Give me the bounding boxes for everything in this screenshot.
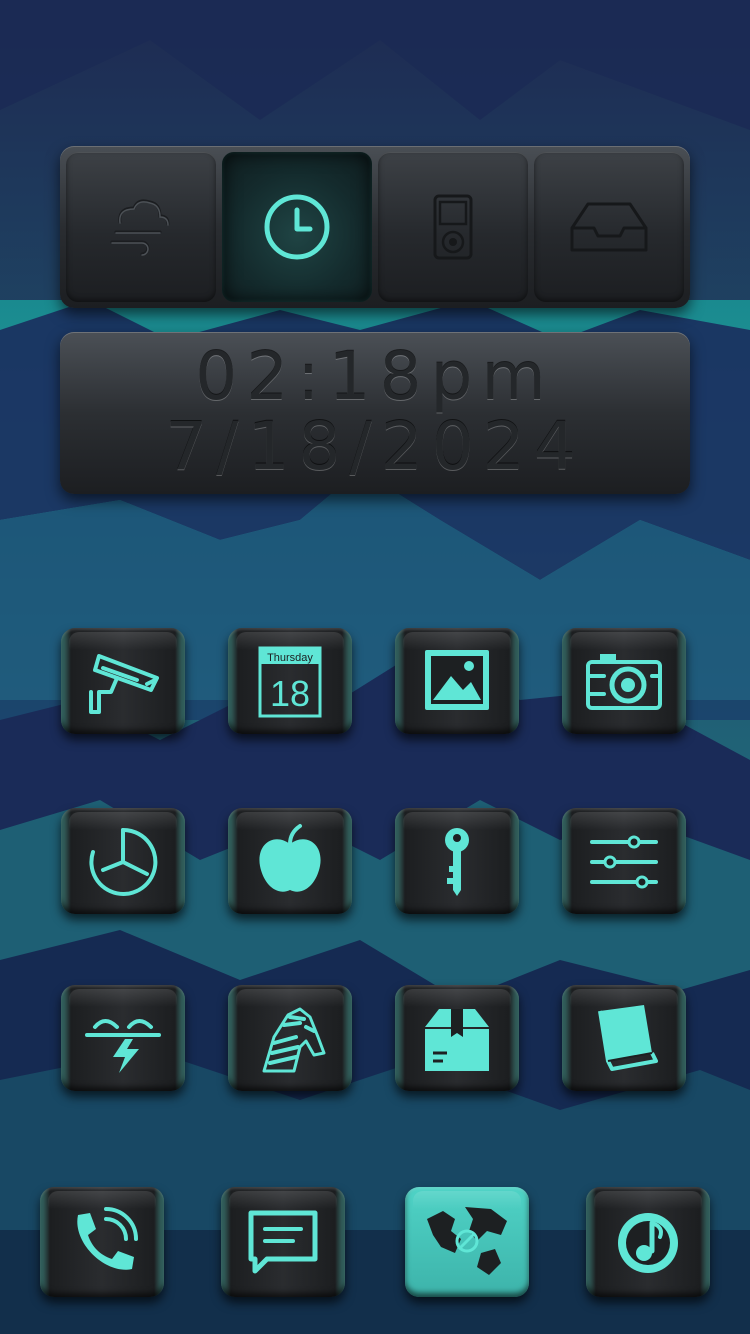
camera-app[interactable] [562, 628, 686, 734]
clock-tab[interactable] [222, 152, 372, 302]
home-screen: 02:18pm 7/18/2024 Thursday 18 [0, 0, 750, 1334]
calendar-weekday: Thursday [267, 652, 313, 664]
key-icon [445, 828, 469, 896]
maps-app[interactable] [405, 1187, 529, 1297]
apple-app[interactable] [228, 808, 352, 914]
weather-wind-icon [110, 199, 170, 256]
book-icon [598, 1005, 658, 1071]
clock-icon [264, 194, 330, 260]
widget-tab-bar [60, 146, 690, 308]
inbox-tab[interactable] [534, 152, 684, 302]
ipod-icon [433, 194, 473, 260]
calendar-day: 18 [270, 673, 310, 714]
weather-tab[interactable] [66, 152, 216, 302]
power-app[interactable] [61, 985, 185, 1091]
photos-icon [425, 650, 489, 710]
settings-sliders-icon [590, 835, 658, 889]
zebra-app[interactable] [228, 985, 352, 1091]
phone-icon [77, 1207, 138, 1270]
globe-map-icon [427, 1207, 507, 1275]
zebra-icon [262, 1007, 326, 1073]
calendar-app[interactable]: Thursday 18 [228, 628, 352, 734]
music-player-tab[interactable] [378, 152, 528, 302]
clock-app[interactable] [61, 808, 185, 914]
security-camera-icon [89, 654, 159, 714]
inbox-tray-icon [570, 202, 648, 252]
clock-date: 7/18/2024 [165, 408, 585, 485]
key-app[interactable] [395, 808, 519, 914]
clock-time: 02:18pm [195, 338, 555, 415]
messages-app[interactable] [221, 1187, 345, 1297]
music-icon [618, 1213, 678, 1273]
security-camera-app[interactable] [61, 628, 185, 734]
messages-icon [248, 1210, 318, 1274]
books-app[interactable] [562, 985, 686, 1091]
clock-app-icon [89, 827, 158, 896]
settings-app[interactable] [562, 808, 686, 914]
calendar-icon: Thursday 18 [258, 646, 322, 718]
photos-app[interactable] [395, 628, 519, 734]
clock-widget[interactable]: 02:18pm 7/18/2024 [60, 332, 690, 494]
power-line-icon [85, 1019, 161, 1073]
phone-app[interactable] [40, 1187, 164, 1297]
package-app[interactable] [395, 985, 519, 1091]
package-box-icon [425, 1009, 489, 1071]
music-app[interactable] [586, 1187, 710, 1297]
apple-icon [259, 824, 321, 892]
camera-icon [586, 654, 662, 710]
